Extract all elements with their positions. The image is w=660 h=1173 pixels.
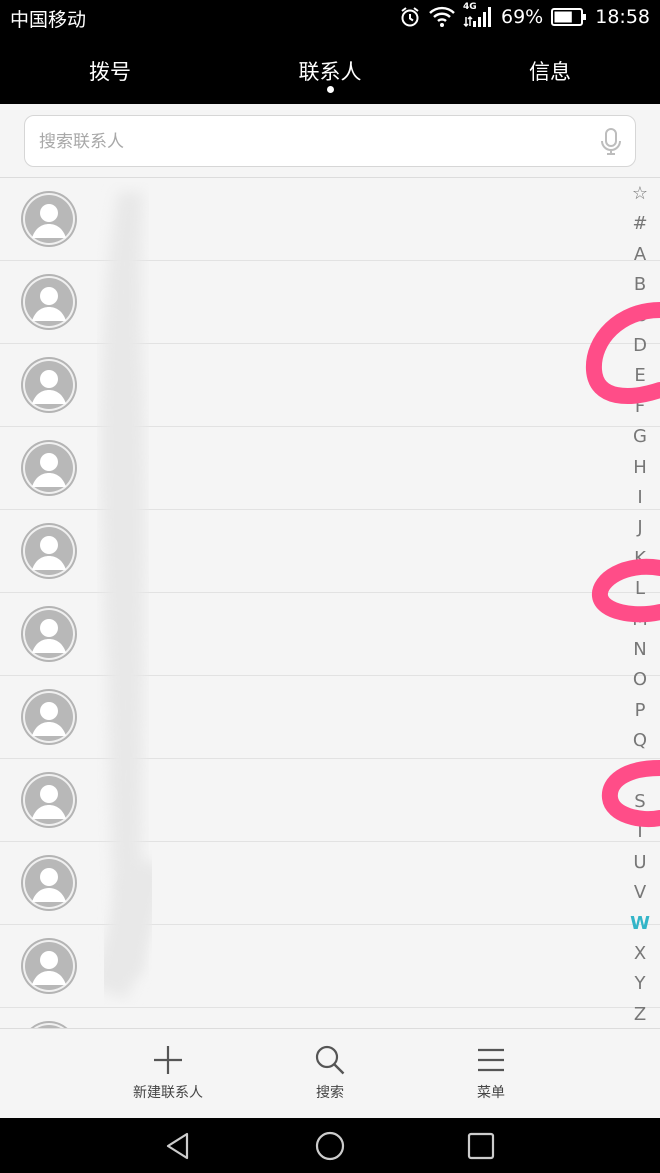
recents-button[interactable] bbox=[436, 1118, 526, 1173]
contact-row[interactable] bbox=[0, 1008, 660, 1028]
index-letter[interactable]: M bbox=[620, 609, 660, 630]
home-icon bbox=[315, 1131, 345, 1161]
index-letter[interactable]: F bbox=[620, 396, 660, 417]
index-letter[interactable]: H bbox=[620, 457, 660, 478]
clock: 18:58 bbox=[595, 6, 650, 28]
contact-row[interactable] bbox=[0, 261, 660, 344]
default-avatar-icon bbox=[21, 1021, 77, 1028]
tab-messages-label: 信息 bbox=[529, 60, 571, 84]
default-avatar-icon bbox=[21, 191, 77, 247]
index-letter[interactable]: K bbox=[620, 548, 660, 569]
default-avatar-icon bbox=[21, 357, 77, 413]
index-letter[interactable]: S bbox=[620, 791, 660, 812]
default-avatar-icon bbox=[21, 523, 77, 579]
network-type-label: 4G bbox=[463, 2, 477, 12]
contact-row[interactable] bbox=[0, 344, 660, 427]
index-letter[interactable]: A bbox=[620, 244, 660, 265]
alarm-icon bbox=[399, 6, 421, 28]
index-letter[interactable]: Y bbox=[620, 973, 660, 994]
battery-icon bbox=[551, 7, 587, 27]
index-letter[interactable]: R bbox=[620, 761, 660, 782]
microphone-icon[interactable] bbox=[599, 127, 623, 161]
contact-row[interactable] bbox=[0, 759, 660, 842]
menu-button[interactable]: 菜单 bbox=[431, 1029, 551, 1119]
status-icons: 4G 69% 18:58 bbox=[399, 2, 650, 30]
index-letter[interactable]: ☆ bbox=[620, 183, 660, 204]
index-letter[interactable]: N bbox=[620, 639, 660, 660]
contact-row[interactable] bbox=[0, 593, 660, 676]
contact-row[interactable] bbox=[0, 178, 660, 261]
signal-icon: 4G bbox=[463, 2, 493, 29]
status-bar: 中国移动 4G 69% 18:58 bbox=[0, 0, 660, 34]
index-letter[interactable]: X bbox=[620, 943, 660, 964]
index-letter[interactable]: P bbox=[620, 700, 660, 721]
back-button[interactable] bbox=[133, 1118, 223, 1173]
search-button-label: 搜索 bbox=[316, 1085, 344, 1101]
contact-row[interactable] bbox=[0, 925, 660, 1008]
search-button[interactable]: 搜索 bbox=[270, 1029, 390, 1119]
contact-list[interactable] bbox=[0, 178, 660, 1028]
index-letter[interactable]: E bbox=[620, 365, 660, 386]
tab-contacts[interactable]: 联系人 bbox=[230, 34, 430, 104]
back-icon bbox=[166, 1132, 189, 1160]
carrier-label: 中国移动 bbox=[10, 9, 87, 31]
menu-button-label: 菜单 bbox=[477, 1085, 505, 1101]
search-area bbox=[0, 104, 660, 178]
default-avatar-icon bbox=[21, 440, 77, 496]
index-letter[interactable]: # bbox=[620, 213, 660, 234]
contact-row[interactable] bbox=[0, 676, 660, 759]
tab-dialer-label: 拨号 bbox=[89, 60, 131, 84]
search-box[interactable] bbox=[24, 115, 636, 167]
tab-dialer[interactable]: 拨号 bbox=[10, 34, 210, 104]
tab-messages[interactable]: 信息 bbox=[450, 34, 650, 104]
index-letter[interactable]: G bbox=[620, 426, 660, 447]
wifi-icon bbox=[429, 6, 455, 28]
plus-icon bbox=[154, 1046, 182, 1074]
new-contact-button[interactable]: 新建联系人 bbox=[108, 1029, 228, 1119]
default-avatar-icon bbox=[21, 606, 77, 662]
index-letter[interactable]: L bbox=[620, 578, 660, 599]
new-contact-label: 新建联系人 bbox=[133, 1085, 203, 1101]
default-avatar-icon bbox=[21, 938, 77, 994]
contact-row[interactable] bbox=[0, 842, 660, 925]
home-button[interactable] bbox=[285, 1118, 375, 1173]
index-letter[interactable]: D bbox=[620, 335, 660, 356]
recents-icon bbox=[467, 1132, 495, 1160]
index-letter[interactable]: C bbox=[620, 305, 660, 326]
default-avatar-icon bbox=[21, 855, 77, 911]
index-letter[interactable]: V bbox=[620, 882, 660, 903]
index-letter[interactable]: W bbox=[620, 913, 660, 934]
contact-row[interactable] bbox=[0, 510, 660, 593]
search-icon bbox=[315, 1045, 345, 1075]
active-tab-indicator bbox=[327, 86, 334, 93]
tab-contacts-label: 联系人 bbox=[298, 60, 362, 84]
menu-icon bbox=[478, 1048, 504, 1072]
navigation-bar bbox=[0, 1118, 660, 1173]
index-letter[interactable]: Q bbox=[620, 730, 660, 751]
index-letter[interactable]: U bbox=[620, 852, 660, 873]
index-letter[interactable]: T bbox=[620, 821, 660, 842]
search-input[interactable] bbox=[39, 128, 579, 156]
index-letter[interactable]: B bbox=[620, 274, 660, 295]
index-letter[interactable]: I bbox=[620, 487, 660, 508]
index-letter[interactable]: J bbox=[620, 517, 660, 538]
index-letter[interactable]: Z bbox=[620, 1004, 660, 1025]
default-avatar-icon bbox=[21, 772, 77, 828]
tab-bar: 拨号 联系人 信息 bbox=[0, 34, 660, 104]
contact-row[interactable] bbox=[0, 427, 660, 510]
bottom-action-bar: 新建联系人 搜索 菜单 bbox=[0, 1028, 660, 1118]
default-avatar-icon bbox=[21, 274, 77, 330]
default-avatar-icon bbox=[21, 689, 77, 745]
index-letter[interactable]: O bbox=[620, 669, 660, 690]
alphabet-index[interactable]: ☆ # A B C D E F G H I J K L M N O P Q R S T U V W X Y Z bbox=[620, 183, 660, 1033]
battery-percent: 69% bbox=[501, 6, 544, 28]
